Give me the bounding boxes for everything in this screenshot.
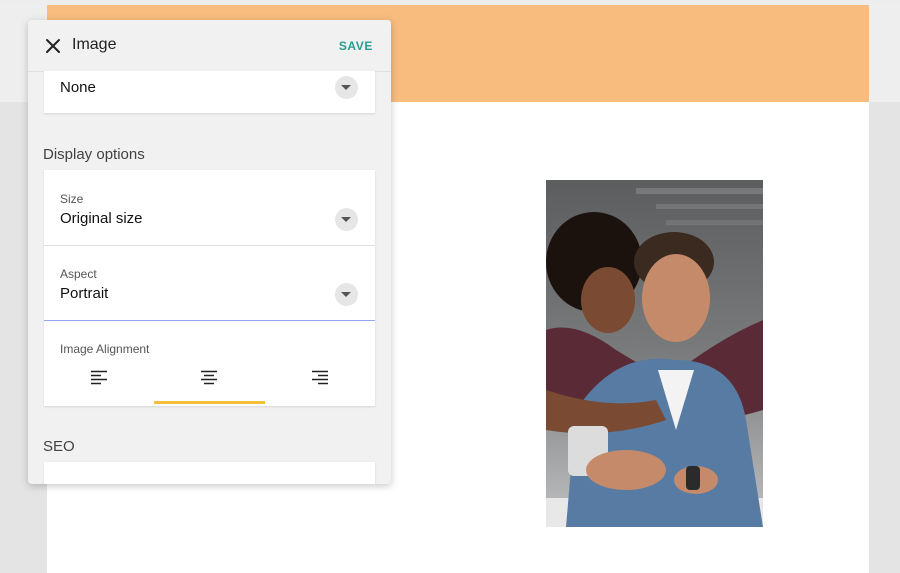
align-center-button[interactable] xyxy=(154,360,264,396)
aspect-focus-underline xyxy=(44,320,375,321)
aspect-label: Aspect xyxy=(60,267,97,281)
alignment-selected-indicator xyxy=(154,401,265,404)
chevron-down-icon[interactable] xyxy=(335,76,358,99)
panel-title: Image xyxy=(72,36,117,53)
align-center-icon xyxy=(201,370,217,385)
alignment-label: Image Alignment xyxy=(60,342,150,356)
close-icon[interactable] xyxy=(42,35,64,57)
save-button[interactable]: SAVE xyxy=(339,39,373,53)
align-right-button[interactable] xyxy=(265,360,375,396)
link-select-card: None xyxy=(44,71,375,113)
image-settings-panel: Image SAVE None Display options Size Ori… xyxy=(28,20,391,484)
display-options-heading: Display options xyxy=(43,146,145,163)
size-label: Size xyxy=(60,192,84,206)
align-right-icon xyxy=(312,370,328,385)
align-left-icon xyxy=(91,370,107,385)
seo-card xyxy=(44,462,375,484)
chevron-down-icon[interactable] xyxy=(335,283,358,306)
panel-header: Image SAVE xyxy=(28,20,391,72)
link-select[interactable]: None xyxy=(44,71,375,113)
chevron-down-icon[interactable] xyxy=(335,208,358,231)
display-options-card: Size Original size Aspect Portrait Image… xyxy=(44,170,375,406)
aspect-select[interactable]: Aspect Portrait xyxy=(44,246,375,321)
size-value: Original size xyxy=(60,210,143,227)
align-left-button[interactable] xyxy=(44,360,154,396)
link-select-value: None xyxy=(60,79,96,96)
seo-heading: SEO xyxy=(43,438,75,455)
size-select[interactable]: Size Original size xyxy=(44,170,375,245)
aspect-value: Portrait xyxy=(60,285,109,302)
selected-image[interactable] xyxy=(546,180,763,527)
